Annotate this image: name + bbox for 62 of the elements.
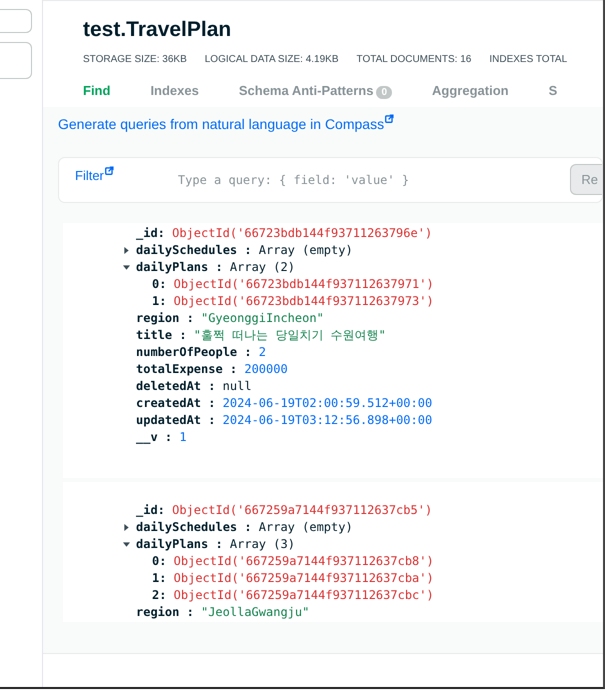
field-value: Array (empty) <box>258 518 353 536</box>
filter-link[interactable]: Filter <box>75 166 114 186</box>
caret-right-icon[interactable] <box>123 524 130 531</box>
stat-text: STORAGE SIZE: 36KB <box>83 53 187 68</box>
caret-right-icon[interactable] <box>123 246 130 254</box>
field-value: "GyeonggiIncheon" <box>200 310 324 327</box>
array-index: 1: <box>152 292 166 310</box>
external-link-icon <box>104 166 114 175</box>
external-link-icon <box>385 114 394 123</box>
field-key: deletedAt : <box>136 378 216 395</box>
field-value: ObjectId('667259a7144f937112637cba') <box>174 570 434 587</box>
field-value: ObjectId('66723bdb144f937112637971') <box>174 276 434 293</box>
field-value: 200000 <box>244 360 288 378</box>
field-value: null <box>222 378 252 395</box>
stat-text: LOGICAL DATA SIZE: 4.19KB <box>204 53 339 68</box>
field-key: title : <box>136 326 187 344</box>
field-key: totalExpense : <box>136 360 238 378</box>
caret-down-icon[interactable] <box>123 264 130 271</box>
count-badge: 0 <box>376 86 392 100</box>
tab[interactable]: Aggregation <box>432 79 509 107</box>
field-value: Array (2) <box>230 258 295 276</box>
field-value: "훌쩍 떠나는 당일치기 수원여행" <box>194 326 386 344</box>
stat-text: TOTAL DOCUMENTS: 16 <box>356 53 472 68</box>
field-value: 1 <box>179 428 187 446</box>
field-value: 2 <box>258 344 266 361</box>
caret-down-icon[interactable] <box>123 540 130 548</box>
field-value: ObjectId('667259a7144f937112637cbc') <box>174 586 434 604</box>
query-input[interactable]: Type a query: { field: 'value' } <box>176 170 570 190</box>
tab[interactable]: Find <box>83 79 110 107</box>
field-key: dailySchedules : <box>136 518 252 536</box>
field-value: "JeollaGwangju" <box>200 604 310 621</box>
field-key: dailyPlans : <box>136 536 223 553</box>
field-key: region : <box>136 604 194 621</box>
tab[interactable]: Indexes <box>150 79 199 107</box>
reset-button[interactable]: Re <box>570 164 602 196</box>
field-key: numberOfPeople : <box>136 344 252 361</box>
array-index: 2: <box>152 586 166 604</box>
field-value: ObjectId('66723bdb144f937112637973') <box>174 292 434 310</box>
field-key: __v : <box>136 428 172 446</box>
array-index: 0: <box>152 276 166 293</box>
field-key: dailyPlans : <box>136 258 223 276</box>
field-key: dailySchedules : <box>136 242 252 259</box>
filter-bar[interactable]: Filter Type a query: { field: 'value' } Re <box>58 156 603 203</box>
field-value: 2024-06-19T02:00:59.512+00:00 <box>222 394 432 412</box>
field-key: _id: <box>136 224 165 242</box>
tab[interactable]: Schema Anti-Patterns 0 <box>238 79 392 107</box>
field-value: Array (3) <box>230 536 295 553</box>
field-value: Array (empty) <box>258 242 353 259</box>
collection-title: test.TravelPlan <box>83 17 232 42</box>
field-value: 2024-06-19T03:12:56.898+00:00 <box>222 412 432 429</box>
stat-text: INDEXES TOTAL <box>489 53 568 68</box>
tab[interactable]: S <box>548 79 558 107</box>
nl-query-link[interactable]: Generate queries from natural language in Compass <box>43 106 394 135</box>
field-value: ObjectId('667259a7144f937112637cb8') <box>174 552 434 570</box>
field-key: _id: <box>136 502 165 519</box>
array-index: 0: <box>152 552 166 570</box>
array-index: 1: <box>152 570 166 587</box>
field-value: ObjectId('667259a7144f937112637cb5') <box>172 502 432 519</box>
field-key: updatedAt : <box>136 412 216 429</box>
field-key: createdAt : <box>136 394 216 412</box>
field-key: region : <box>136 310 194 327</box>
field-value: ObjectId('66723bdb144f93711263796e') <box>172 224 432 242</box>
